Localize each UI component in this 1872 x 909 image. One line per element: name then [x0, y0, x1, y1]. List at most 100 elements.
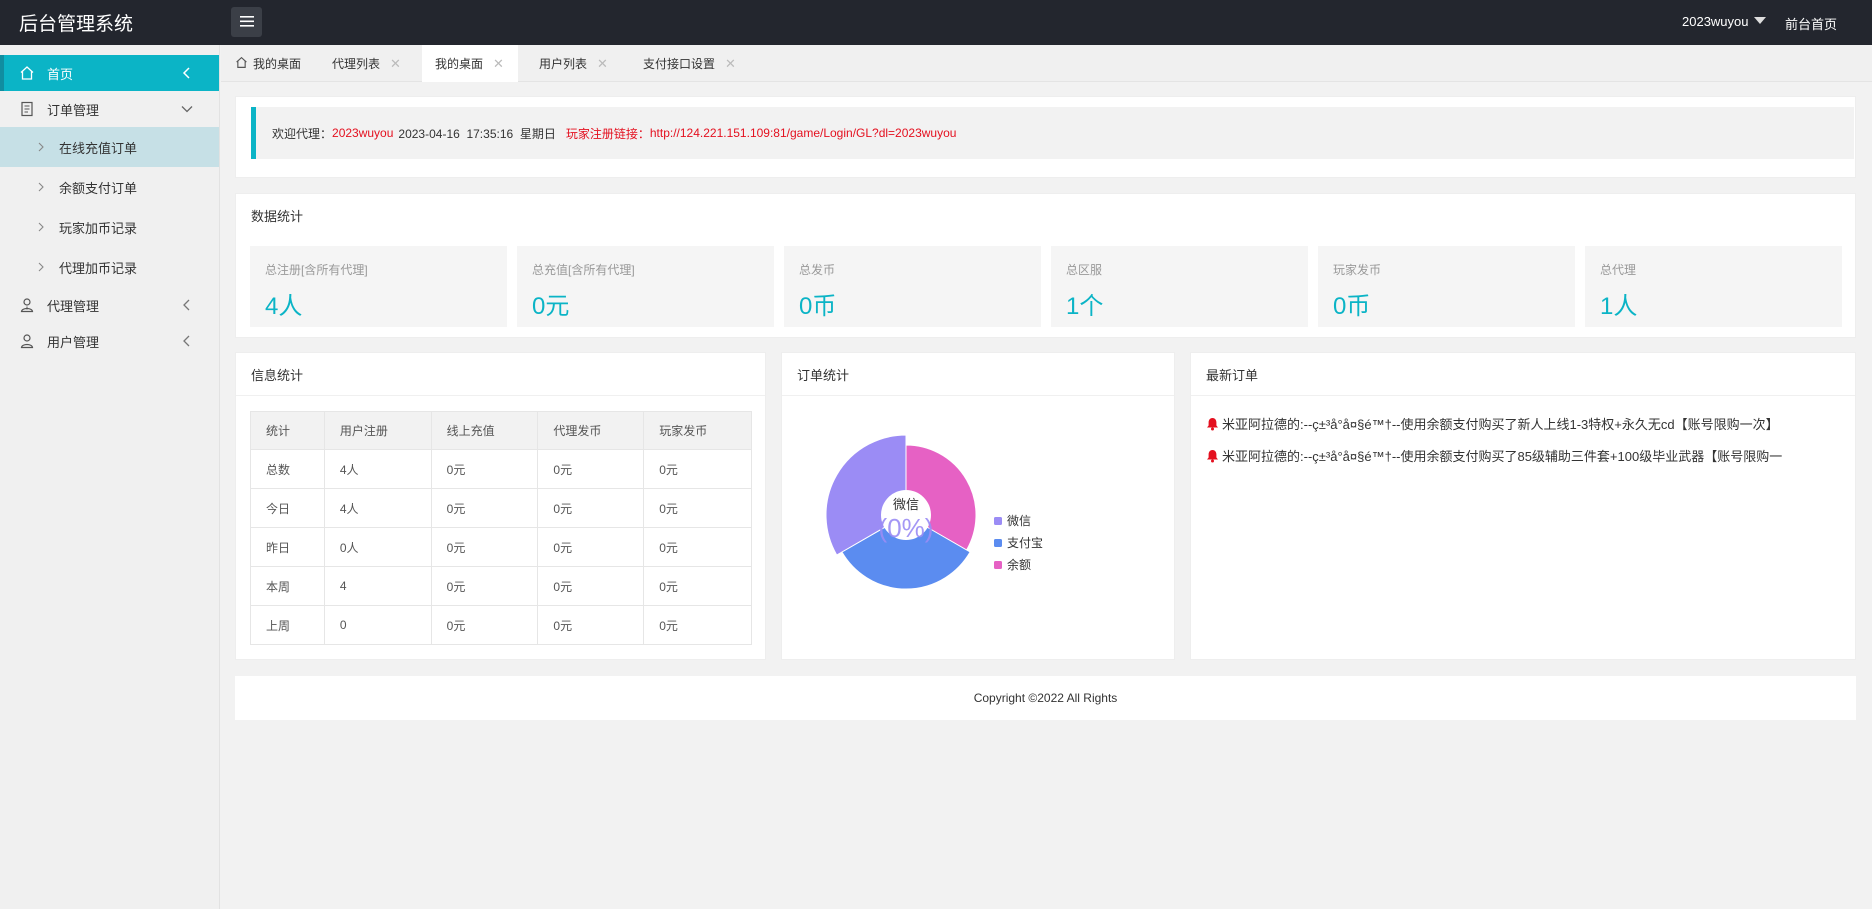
table-cell: 0元 — [643, 605, 752, 645]
sidebar: 首页 订单管理 在线充值订单 余额支付订单 玩家加币记录 代理加币记录 代理管理 — [0, 45, 220, 909]
table-cell: 0元 — [430, 566, 539, 606]
table-cell: 0元 — [643, 527, 752, 567]
sidebar-subitem-online-recharge[interactable]: 在线充值订单 — [0, 127, 219, 167]
list-item: 米亚阿拉德的:--ç±³å°å¤§é™†--使用余额支付购买了新人上线1-3特权… — [1206, 414, 1836, 434]
table-cell: 0人 — [323, 527, 432, 567]
tab-label: 代理列表 — [332, 57, 381, 71]
section-title: 最新订单 — [1206, 368, 1259, 383]
stat-value: 0元 — [532, 293, 570, 320]
sidebar-item-orders[interactable]: 订单管理 — [0, 91, 219, 127]
close-icon[interactable]: ✕ — [493, 56, 504, 72]
table-cell: 0元 — [643, 488, 752, 528]
table-cell: 4 — [323, 566, 432, 606]
table-cell: 4人 — [323, 449, 432, 489]
table-cell: 今日 — [250, 488, 325, 528]
column-header: 统计 — [250, 411, 325, 450]
copyright-text: Copyright ©2022 All Rights — [973, 691, 1118, 705]
legend-swatch[interactable] — [994, 517, 1002, 525]
table-cell: 0元 — [430, 605, 539, 645]
order-text: 米亚阿拉德的:--ç±³å°å¤§é™†--使用余额支付购买了新人上线1-3特权… — [1222, 417, 1779, 432]
table-cell: 0元 — [430, 488, 539, 528]
divider — [236, 395, 765, 396]
table-cell: 0元 — [537, 566, 645, 606]
stat-card: 总区服 1个 — [1051, 246, 1308, 327]
order-pie-chart: 微信 (0%) 微信支付宝余额 — [825, 434, 1043, 590]
donut-center-value: (0%) — [879, 513, 934, 543]
tab-payment-settings[interactable]: 支付接口设置 ✕ — [643, 45, 736, 82]
stat-label: 总代理 — [1600, 263, 1637, 277]
chevron-left-icon — [180, 334, 194, 348]
sidebar-item-home[interactable]: 首页 — [0, 55, 219, 91]
table-cell: 本周 — [250, 566, 325, 606]
user-icon — [19, 333, 35, 349]
section-title: 订单统计 — [797, 368, 850, 383]
legend-label[interactable]: 余额 — [1007, 557, 1031, 572]
tab-agent-list[interactable]: 代理列表 ✕ — [332, 45, 401, 82]
tab-home-desktop[interactable]: 我的桌面 — [235, 45, 301, 82]
sidebar-item-label: 用户管理 — [47, 334, 100, 350]
stat-value: 1人 — [1600, 293, 1638, 320]
chevron-left-icon — [180, 298, 194, 312]
welcome-prefix: 欢迎代理： — [272, 126, 333, 141]
table-cell: 上周 — [250, 605, 325, 645]
legend-swatch[interactable] — [994, 561, 1002, 569]
table-cell: 0元 — [643, 449, 752, 489]
info-stats-card: 信息统计 统计 用户注册 线上充值 代理发币 玩家发币 总数 4人 0元 0元 … — [235, 352, 766, 660]
front-page-link[interactable]: 前台首页 — [1785, 14, 1837, 33]
stat-card: 玩家发币 0币 — [1318, 246, 1575, 327]
sidebar-subitem-balance-orders[interactable]: 余额支付订单 — [0, 167, 219, 207]
chevron-right-icon — [36, 141, 46, 153]
legend-label[interactable]: 支付宝 — [1007, 536, 1043, 550]
close-icon[interactable]: ✕ — [725, 56, 736, 72]
user-menu[interactable]: 2023wuyou — [1682, 14, 1766, 29]
table-cell: 0元 — [537, 449, 645, 489]
sidebar-item-label: 首页 — [47, 66, 74, 82]
tab-my-desktop[interactable]: 我的桌面 ✕ — [422, 45, 518, 82]
sidebar-item-users[interactable]: 用户管理 — [0, 323, 219, 359]
stat-card: 总注册[含所有代理] 4人 — [250, 246, 507, 327]
sidebar-subitem-agent-coins[interactable]: 代理加币记录 — [0, 247, 219, 287]
sidebar-item-agents[interactable]: 代理管理 — [0, 287, 219, 323]
caret-down-icon — [1753, 17, 1766, 24]
sidebar-subitem-player-coins[interactable]: 玩家加币记录 — [0, 207, 219, 247]
menu-toggle-button[interactable] — [231, 7, 262, 37]
stat-card: 总代理 1人 — [1585, 246, 1842, 327]
table-cell: 0元 — [537, 527, 645, 567]
table-row: 本周 4 0元 0元 0元 — [250, 566, 752, 606]
order-stats-card: 订单统计 微信 (0%) 微信 支付宝 余额 — [781, 352, 1175, 660]
chevron-right-icon — [36, 221, 46, 233]
register-link[interactable]: http://124.221.151.109:81/game/Login/GL?… — [650, 126, 957, 140]
table-cell: 0元 — [537, 605, 645, 645]
current-datetime: 2023-04-16 17:35:16 星期日 — [398, 126, 556, 141]
chevron-down-icon — [180, 102, 194, 116]
section-title: 数据统计 — [251, 209, 304, 224]
stat-label: 总区服 — [1066, 263, 1103, 277]
sidebar-subitem-label: 余额支付订单 — [59, 180, 138, 196]
table-cell: 0元 — [430, 527, 539, 567]
table-cell: 0元 — [537, 488, 645, 528]
tab-label: 用户列表 — [539, 57, 588, 71]
table-cell: 0元 — [643, 566, 752, 606]
stat-value: 0币 — [1333, 293, 1371, 320]
home-icon — [235, 56, 248, 72]
bell-icon — [1206, 417, 1219, 434]
table-row: 总数 4人 0元 0元 0元 — [250, 449, 752, 489]
table-cell: 4人 — [323, 488, 432, 528]
info-stats-table: 统计 用户注册 线上充值 代理发币 玩家发币 总数 4人 0元 0元 0元 今日… — [250, 411, 752, 645]
bell-icon — [1206, 449, 1219, 466]
tab-label: 我的桌面 — [253, 57, 302, 71]
stat-value: 0币 — [799, 293, 837, 320]
sidebar-subitem-label: 玩家加币记录 — [59, 220, 138, 236]
legend-swatch[interactable] — [994, 539, 1002, 547]
table-cell: 昨日 — [250, 527, 325, 567]
sidebar-subitem-label: 代理加币记录 — [59, 260, 138, 276]
close-icon[interactable]: ✕ — [390, 56, 401, 72]
tab-user-list[interactable]: 用户列表 ✕ — [539, 45, 608, 82]
close-icon[interactable]: ✕ — [597, 56, 608, 72]
chevron-right-icon — [36, 181, 46, 193]
legend-label[interactable]: 微信 — [1007, 514, 1031, 528]
stat-label: 总充值[含所有代理] — [532, 263, 635, 277]
column-header: 用户注册 — [323, 411, 432, 450]
agents-icon — [19, 297, 35, 313]
welcome-banner: 欢迎代理： 2023wuyou 2023-04-16 17:35:16 星期日 … — [251, 107, 1854, 159]
